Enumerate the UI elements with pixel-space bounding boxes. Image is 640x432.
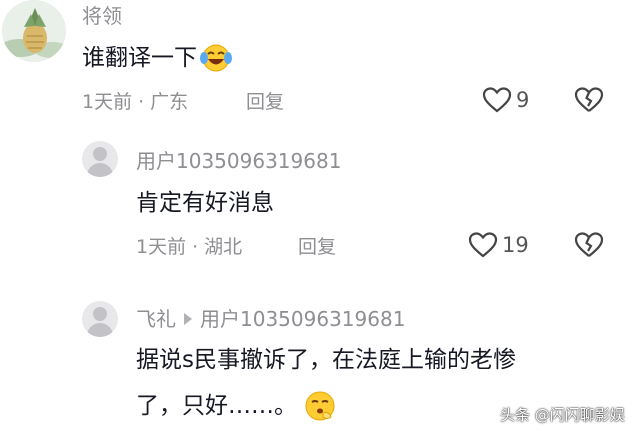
comment-body: 谁翻译一下 [82, 42, 232, 74]
comment-meta: 1天前 · 广东 [82, 90, 188, 114]
broken-heart-icon [574, 86, 604, 114]
meta-separator: · [192, 236, 199, 258]
dislike-button[interactable] [574, 231, 604, 263]
comment-text: 谁翻译一下 [82, 45, 197, 71]
dislike-button[interactable] [574, 86, 604, 118]
comment-time: 1天前 [82, 91, 133, 113]
comment-text-line-2-row: 了，只好……。 [136, 389, 337, 423]
comment-text-line-2: 了，只好……。 [136, 393, 297, 419]
comment-username[interactable]: 用户1035096319681 [136, 149, 341, 173]
heart-icon [468, 231, 498, 259]
reply-arrow-icon [184, 313, 192, 325]
comment-meta: 1天前 · 湖北 [136, 235, 242, 259]
shushing-face-emoji-icon [303, 389, 337, 423]
comment-location: 广东 [150, 91, 189, 113]
heart-icon [482, 86, 512, 114]
laughing-tears-emoji-icon [200, 42, 232, 74]
comment-1: 将领 谁翻译一下 1天前 · 广东 回复 9 [0, 0, 640, 125]
user-avatar[interactable] [82, 141, 118, 177]
comment-time: 1天前 [136, 236, 187, 258]
comment-username[interactable]: 将领 [82, 4, 122, 28]
broken-heart-icon [574, 231, 604, 259]
comment-username[interactable]: 飞礼 [136, 307, 176, 331]
meta-separator: · [138, 91, 145, 113]
comment-text-line-1: 据说s民事撤诉了，在法庭上输的老惨 [136, 347, 516, 373]
like-count: 9 [516, 88, 530, 112]
user-avatar[interactable] [82, 301, 118, 337]
like-button[interactable]: 9 [482, 86, 529, 114]
reply-header: 飞礼 用户1035096319681 [136, 307, 405, 331]
reply-button[interactable]: 回复 [246, 90, 284, 114]
reply-target-username[interactable]: 用户1035096319681 [200, 307, 405, 331]
comment-2: 用户1035096319681 肯定有好消息 1天前 · 湖北 回复 19 [0, 125, 640, 285]
comment-text: 肯定有好消息 [136, 190, 274, 216]
reply-button[interactable]: 回复 [298, 235, 336, 259]
like-count: 19 [502, 233, 529, 257]
user-avatar[interactable] [2, 0, 66, 62]
watermark: 头条 @闪闪聊影娱 [500, 406, 625, 424]
comment-location: 湖北 [204, 236, 243, 258]
like-button[interactable]: 19 [468, 231, 529, 259]
